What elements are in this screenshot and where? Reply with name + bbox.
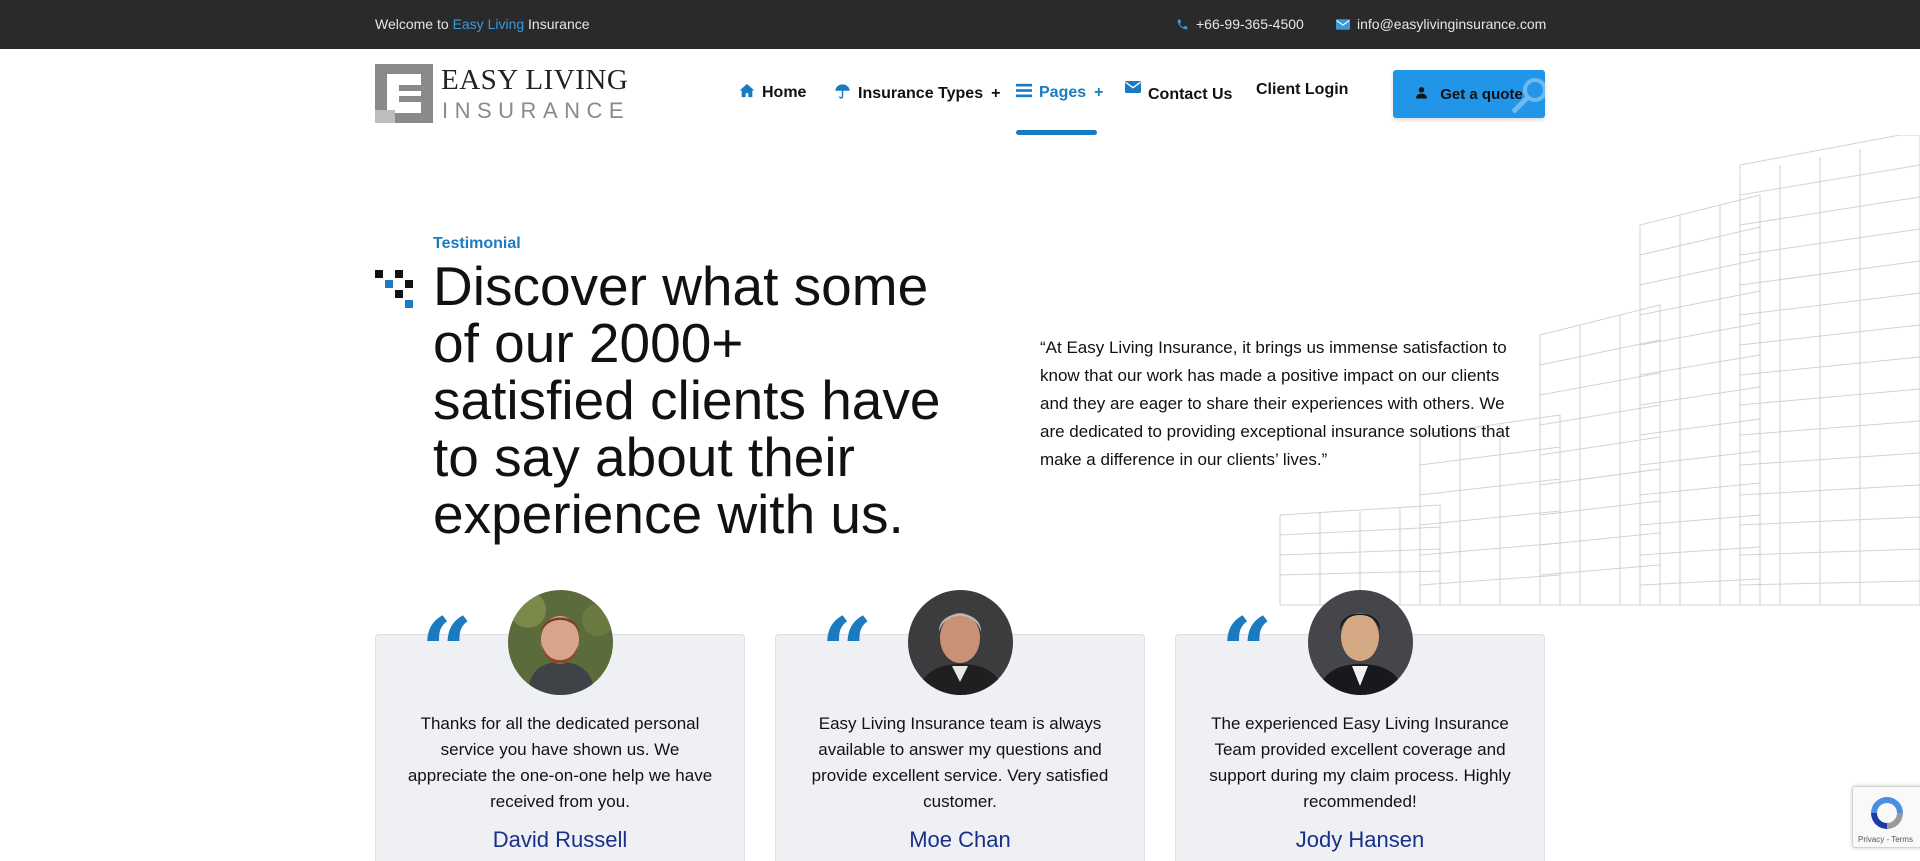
avatar	[908, 590, 1013, 695]
welcome-suffix: Insurance	[528, 16, 590, 32]
nav-active-indicator	[1016, 130, 1097, 135]
email-address: info@easylivinginsurance.com	[1357, 16, 1547, 32]
nav-pages-plus: +	[1094, 84, 1104, 101]
dots-decoration-icon	[375, 270, 415, 310]
site-logo[interactable]: EASY LIVING INSURANCE	[375, 64, 628, 124]
umbrella-icon	[834, 83, 851, 105]
nav-contact-label: Contact Us	[1148, 86, 1233, 103]
avatar	[1308, 590, 1413, 695]
envelope-icon	[1125, 80, 1141, 98]
quote-mark-icon: “	[1221, 606, 1273, 666]
testimonial-text: The experienced Easy Living Insurance Te…	[1209, 714, 1511, 811]
quote-mark-icon: “	[821, 606, 873, 666]
avatar	[508, 590, 613, 695]
recaptcha-terms[interactable]: Privacy - Terms	[1858, 835, 1913, 844]
key-decoration-icon	[1509, 76, 1545, 118]
nav-client-login[interactable]: Client Login	[1256, 81, 1348, 99]
nav-home-label: Home	[762, 84, 807, 101]
recaptcha-badge[interactable]: Privacy - Terms	[1852, 786, 1920, 848]
section-lead-quote: “At Easy Living Insurance, it brings us …	[1040, 338, 1510, 469]
phone-link[interactable]: +66-99-365-4500	[1176, 16, 1304, 32]
nav-insurance-types-plus: +	[991, 85, 1001, 102]
section-eyebrow: Testimonial	[433, 235, 521, 252]
welcome-brand: Easy Living	[452, 16, 525, 32]
email-link[interactable]: info@easylivinginsurance.com	[1336, 16, 1546, 32]
user-icon	[1415, 86, 1428, 103]
testimonial-text: Easy Living Insurance team is always ava…	[811, 714, 1109, 811]
nav-pages[interactable]: Pages +	[1016, 83, 1103, 103]
menu-icon	[1016, 83, 1032, 103]
welcome-prefix: Welcome to	[375, 16, 449, 32]
nav-home[interactable]: Home	[739, 83, 806, 103]
recaptcha-icon	[1867, 793, 1907, 838]
welcome-text: Welcome to Easy Living Insurance	[375, 16, 590, 32]
phone-icon	[1176, 18, 1189, 31]
quote-mark-icon: “	[421, 606, 473, 666]
logo-mark-icon	[375, 64, 433, 123]
testimonial-name: David Russell	[492, 827, 628, 852]
nav-contact[interactable]: Contact Us	[1125, 80, 1232, 104]
mail-icon	[1336, 18, 1350, 30]
nav-insurance-types[interactable]: Insurance Types +	[834, 83, 1000, 105]
phone-number: +66-99-365-4500	[1196, 16, 1304, 32]
nav-pages-label: Pages	[1039, 84, 1087, 101]
top-bar: Welcome to Easy Living Insurance +66-99-…	[0, 0, 1920, 49]
home-icon	[739, 83, 755, 103]
logo-line-2: INSURANCE	[442, 98, 631, 123]
logo-line-1: EASY LIVING	[441, 64, 629, 96]
testimonial-name: Moe Chan	[909, 827, 1011, 852]
testimonial-name: Jody Hansen	[1295, 827, 1425, 852]
testimonial-text: Thanks for all the dedicated personal se…	[407, 714, 713, 811]
nav-insurance-types-label: Insurance Types	[858, 85, 984, 102]
section-headline: Discover what some of our 2000+ satisfie…	[433, 255, 941, 545]
nav-client-login-label: Client Login	[1256, 81, 1349, 98]
get-quote-button[interactable]: Get a quote	[1393, 70, 1545, 118]
